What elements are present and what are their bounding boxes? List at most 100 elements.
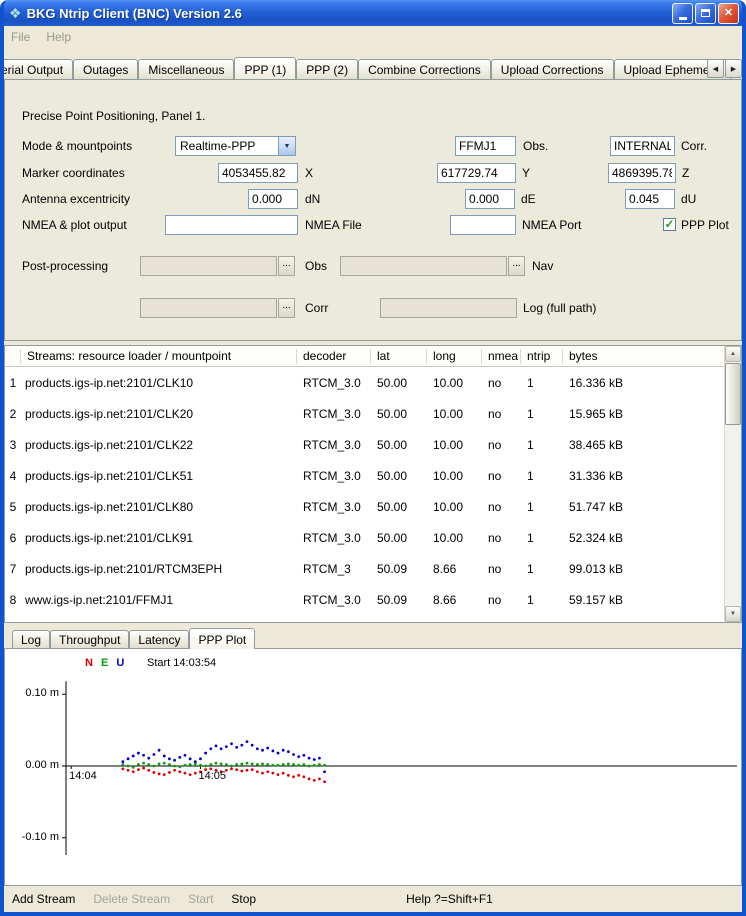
- row-number: 4: [5, 469, 21, 483]
- nmea-port-field[interactable]: [450, 215, 516, 235]
- browse-corr-button[interactable]: ...: [278, 298, 295, 318]
- add-stream-button[interactable]: Add Stream: [12, 892, 75, 906]
- tab-combine-corrections[interactable]: Combine Corrections: [358, 59, 491, 79]
- browse-obs-button[interactable]: ...: [278, 256, 295, 276]
- postproc-log-field: [380, 298, 517, 318]
- right-arrow-icon: ▶: [731, 65, 736, 73]
- maximize-icon: [701, 9, 710, 17]
- header-long[interactable]: long: [427, 349, 482, 364]
- stream-row[interactable]: 1products.igs-ip.net:2101/CLK10RTCM_3.05…: [5, 367, 724, 398]
- tab-ppp-2[interactable]: PPP (2): [296, 59, 358, 79]
- titlebar[interactable]: ❖ BKG Ntrip Client (BNC) Version 2.6 ✕: [4, 0, 742, 26]
- cell-decoder: RTCM_3.0: [297, 407, 371, 421]
- header-decoder[interactable]: decoder: [297, 349, 371, 364]
- menu-help[interactable]: Help: [46, 30, 71, 44]
- cell-mountpoint: products.igs-ip.net:2101/CLK20: [21, 407, 297, 421]
- cell-decoder: RTCM_3.0: [297, 500, 371, 514]
- row-number: 5: [5, 500, 21, 514]
- table-scrollbar[interactable]: ▲ ▼: [724, 346, 741, 622]
- up-arrow-icon: ▲: [730, 351, 736, 357]
- scrollbar-track[interactable]: [725, 362, 741, 606]
- tab-outages[interactable]: Outages: [73, 59, 138, 79]
- start-button: Start: [188, 892, 213, 906]
- cell-nmea: no: [482, 562, 521, 576]
- plot-ytick-label: 0.10 m: [7, 687, 59, 699]
- row-number: 8: [5, 593, 21, 607]
- tab-log[interactable]: Log: [12, 630, 50, 648]
- cell-mountpoint: products.igs-ip.net:2101/CLK22: [21, 438, 297, 452]
- plot-xtick-label: 14:04: [69, 770, 97, 782]
- marker-x-field[interactable]: [218, 163, 298, 183]
- tab-miscellaneous[interactable]: Miscellaneous: [138, 59, 234, 79]
- tab-ppp-1[interactable]: PPP (1): [234, 57, 296, 79]
- left-arrow-icon: ◀: [713, 65, 718, 73]
- plot-legend-item: N: [85, 657, 93, 669]
- cell-lat: 50.00: [371, 469, 427, 483]
- header-mountpoint[interactable]: Streams: resource loader / mountpoint: [21, 349, 297, 364]
- ppp-plot: N E U Start 14:03:54 0.10 m 0.00 m -0.10…: [4, 648, 742, 886]
- row-number: 3: [5, 438, 21, 452]
- cell-lat: 50.09: [371, 562, 427, 576]
- close-button[interactable]: ✕: [718, 3, 739, 24]
- nmea-port-label: NMEA Port: [522, 215, 581, 235]
- stream-row[interactable]: 6products.igs-ip.net:2101/CLK91RTCM_3.05…: [5, 522, 724, 553]
- cell-bytes: 15.965 kB: [563, 407, 724, 421]
- stream-row[interactable]: 7products.igs-ip.net:2101/RTCM3EPHRTCM_3…: [5, 553, 724, 584]
- nmea-file-field[interactable]: [165, 215, 298, 235]
- tab-ppp-plot[interactable]: PPP Plot: [189, 628, 255, 649]
- corr-label: Corr.: [681, 136, 707, 156]
- corr-mountpoint-field[interactable]: [610, 136, 675, 156]
- tab-scroll-left-button[interactable]: ◀: [707, 59, 724, 78]
- de-label: dE: [521, 189, 536, 209]
- stream-row[interactable]: 3products.igs-ip.net:2101/CLK22RTCM_3.05…: [5, 429, 724, 460]
- cell-long: 10.00: [427, 438, 482, 452]
- header-lat[interactable]: lat: [371, 349, 427, 364]
- dn-field[interactable]: [248, 189, 298, 209]
- app-window: ❖ BKG Ntrip Client (BNC) Version 2.6 ✕ F…: [0, 0, 746, 916]
- cell-ntrip: 1: [521, 407, 563, 421]
- stream-row[interactable]: 2products.igs-ip.net:2101/CLK20RTCM_3.05…: [5, 398, 724, 429]
- scroll-up-button[interactable]: ▲: [725, 346, 741, 362]
- header-bytes[interactable]: bytes: [563, 349, 724, 364]
- du-field[interactable]: [625, 189, 675, 209]
- stream-row[interactable]: 5products.igs-ip.net:2101/CLK80RTCM_3.05…: [5, 491, 724, 522]
- tab-throughput[interactable]: Throughput: [50, 630, 129, 648]
- tab-scroll-right-button[interactable]: ▶: [725, 59, 742, 78]
- scroll-down-button[interactable]: ▼: [725, 606, 741, 622]
- cell-mountpoint: www.igs-ip.net:2101/FFMJ1: [21, 593, 297, 607]
- marker-y-field[interactable]: [437, 163, 516, 183]
- ppp-plot-checkbox[interactable]: ✓: [663, 218, 676, 231]
- de-field[interactable]: [465, 189, 515, 209]
- browse-nav-button[interactable]: ...: [508, 256, 525, 276]
- minimize-button[interactable]: [672, 3, 693, 24]
- cell-bytes: 38.465 kB: [563, 438, 724, 452]
- mode-combobox[interactable]: Realtime-PPP ▼: [175, 136, 296, 156]
- header-ntrip[interactable]: ntrip: [521, 349, 563, 364]
- marker-z-field[interactable]: [608, 163, 676, 183]
- maximize-button[interactable]: [695, 3, 716, 24]
- cell-mountpoint: products.igs-ip.net:2101/CLK10: [21, 376, 297, 390]
- cell-decoder: RTCM_3.0: [297, 376, 371, 390]
- scrollbar-thumb[interactable]: [725, 363, 741, 425]
- menu-file[interactable]: File: [11, 30, 30, 44]
- stop-button[interactable]: Stop: [231, 892, 256, 906]
- tab-serial-output[interactable]: Serial Output: [4, 59, 73, 79]
- postproc-nav-field: [340, 256, 507, 276]
- tab-upload-corrections[interactable]: Upload Corrections: [491, 59, 614, 79]
- tab-latency[interactable]: Latency: [129, 630, 189, 648]
- cell-nmea: no: [482, 531, 521, 545]
- cell-mountpoint: products.igs-ip.net:2101/RTCM3EPH: [21, 562, 297, 576]
- header-nmea[interactable]: nmea: [482, 349, 521, 364]
- cell-long: 10.00: [427, 500, 482, 514]
- cell-bytes: 52.324 kB: [563, 531, 724, 545]
- stream-row[interactable]: 4products.igs-ip.net:2101/CLK51RTCM_3.05…: [5, 460, 724, 491]
- plot-legend: N E U: [85, 657, 129, 669]
- cell-bytes: 59.157 kB: [563, 593, 724, 607]
- plot-legend-item: U: [116, 657, 124, 669]
- stream-row[interactable]: 8www.igs-ip.net:2101/FFMJ1RTCM_3.050.098…: [5, 584, 724, 615]
- chevron-down-icon[interactable]: ▼: [278, 137, 295, 155]
- cell-decoder: RTCM_3: [297, 562, 371, 576]
- cell-nmea: no: [482, 376, 521, 390]
- panel-heading: Precise Point Positioning, Panel 1.: [22, 106, 205, 126]
- obs-mountpoint-field[interactable]: [455, 136, 516, 156]
